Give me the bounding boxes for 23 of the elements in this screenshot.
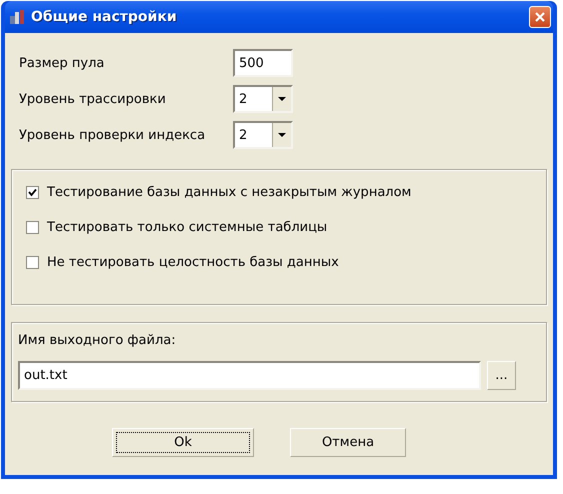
- field-label: Имя выходного файла:: [18, 333, 177, 348]
- window-title: Общие настройки: [31, 9, 178, 25]
- checkbox[interactable]: [26, 186, 39, 199]
- dropdown[interactable]: 2: [233, 85, 293, 113]
- dialog-button[interactable]: Ok: [112, 428, 254, 457]
- checkbox-label[interactable]: Тестировать только системные таблицы: [47, 220, 328, 235]
- caret-icon: [278, 97, 286, 101]
- checkbox-label[interactable]: Не тестировать целостность базы данных: [47, 255, 339, 270]
- input-field[interactable]: 500: [233, 49, 293, 77]
- caret-icon: [278, 133, 286, 137]
- field-label: Размер пула: [19, 56, 106, 70]
- dialog-button[interactable]: Отмена: [290, 428, 406, 457]
- checkbox[interactable]: [26, 256, 39, 269]
- browse-button[interactable]: ...: [487, 361, 516, 390]
- checkbox[interactable]: [26, 221, 39, 234]
- field-label: Уровень проверки индекса: [19, 128, 206, 142]
- input-field[interactable]: out.txt: [18, 361, 481, 390]
- app-icon: [9, 9, 25, 25]
- field-label: Уровень трассировки: [19, 92, 167, 106]
- dropdown[interactable]: 2: [233, 121, 293, 149]
- close-icon: [534, 11, 546, 23]
- checkbox-label[interactable]: Тестирование базы данных с незакрытым журналом: [47, 185, 412, 200]
- close-button[interactable]: [529, 6, 551, 28]
